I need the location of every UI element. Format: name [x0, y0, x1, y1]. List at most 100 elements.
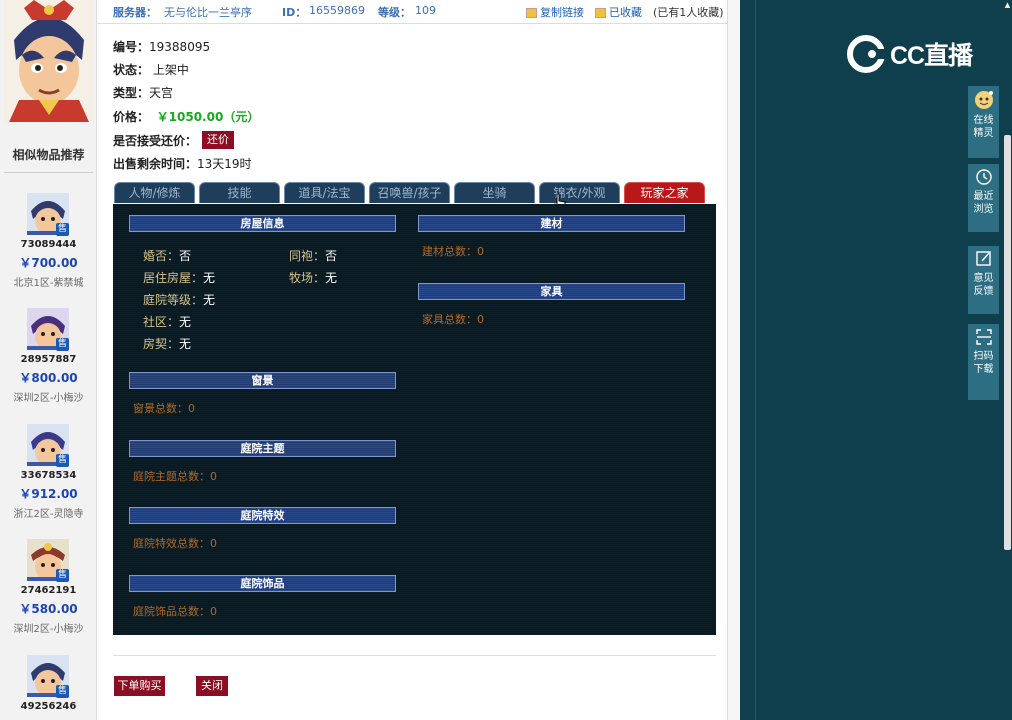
serial-row: 编号：19388095: [113, 38, 210, 55]
yard-level-label: 庭院等级：: [143, 293, 204, 307]
cc-live-logo[interactable]: CC直播: [846, 33, 986, 73]
tab-player-home[interactable]: 玩家之家: [624, 182, 705, 203]
divider: [4, 172, 93, 173]
sidebar-item-recent[interactable]: 最近 浏览: [968, 164, 999, 232]
favorited-label: 已收藏: [609, 6, 642, 19]
residence-label: 居住房屋：: [143, 271, 204, 285]
similar-item-card[interactable]: 售 27462191 ￥580.00 深圳2区-小梅沙: [0, 539, 97, 649]
price-row: 价格： ￥1050.00（元）: [113, 108, 259, 125]
divider: [755, 0, 756, 720]
similar-item-price: ￥580.00: [19, 602, 78, 616]
sell-badge: 售: [56, 454, 69, 467]
serial-value: 19388095: [149, 40, 211, 54]
folder-icon: [595, 8, 606, 18]
similar-item-id: 49256246: [20, 701, 77, 712]
tab-mounts[interactable]: 坐骑: [454, 182, 535, 203]
yard-theme-header: 庭院主题: [129, 440, 396, 457]
tab-outfits[interactable]: 锦衣/外观: [539, 182, 620, 203]
copy-link-label: 复制链接: [540, 6, 584, 19]
yard-theme-count: 庭院主题总数：0: [133, 470, 217, 483]
bargain-button[interactable]: 还价: [202, 131, 234, 149]
bargain-label: 是否接受还价：: [113, 134, 198, 148]
sidebar-item-scan-download[interactable]: 扫码 下载: [968, 324, 999, 400]
community-label: 社区：: [143, 315, 180, 329]
status-label: 状态：: [113, 63, 150, 77]
price-label: 价格：: [113, 110, 150, 124]
server-label: 服务器：: [113, 6, 157, 19]
player-home-panel: 房屋信息 婚否：否 同袍：否 居住房屋：无 牧场：无 庭院等级：无 社区：无 房…: [113, 204, 716, 635]
robe-value: 否: [325, 249, 338, 263]
sell-badge: 售: [56, 569, 69, 582]
similar-item-card[interactable]: 售 73089444 ￥700.00 北京1区-紫禁城: [0, 193, 97, 303]
similar-item-id: 27462191: [20, 585, 77, 596]
robe-field: 同袍：否: [289, 247, 337, 264]
scan-icon: [975, 329, 992, 345]
similar-item-card[interactable]: 售 33678534 ￥912.00 浙江2区-灵隐寺: [0, 424, 97, 534]
scroll-up-arrow-icon[interactable]: ▲: [1003, 0, 1012, 10]
serial-label: 编号：: [113, 40, 150, 54]
building-material-header: 建材: [418, 215, 685, 232]
similar-item-price: ￥700.00: [19, 256, 78, 270]
close-button[interactable]: 关闭: [196, 676, 228, 696]
residence-value: 无: [203, 271, 216, 285]
type-label: 类型：: [113, 86, 150, 100]
sprite-label-2: 精灵: [973, 128, 994, 139]
ranch-value: 无: [325, 271, 338, 285]
clock-icon: [975, 169, 992, 185]
community-field: 社区：无: [143, 313, 191, 330]
level-value: 109: [415, 4, 436, 17]
cc-logo-icon: [847, 35, 886, 73]
yard-effect-count: 庭院特效总数：0: [133, 537, 217, 550]
ranch-label: 牧场：: [289, 271, 326, 285]
similar-item-server: 浙江2区-灵隐寺: [13, 509, 84, 520]
ranch-field: 牧场：无: [289, 269, 337, 286]
similar-item-id: 28957887: [20, 354, 77, 365]
bargain-row: 是否接受还价：: [113, 132, 197, 149]
yard-level-field: 庭院等级：无: [143, 291, 215, 308]
tab-pets[interactable]: 召唤兽/孩子: [369, 182, 450, 203]
status-value: 上架中: [152, 63, 189, 77]
yard-decor-header: 庭院饰品: [129, 575, 396, 592]
similar-items-title: 相似物品推荐: [12, 148, 85, 162]
window-view-header: 窗景: [129, 372, 396, 389]
favorited-button[interactable]: 已收藏: [595, 4, 642, 20]
price-value: ￥1050.00（元）: [156, 110, 260, 124]
tab-items[interactable]: 道具/法宝: [284, 182, 365, 203]
furniture-header: 家具: [418, 283, 685, 300]
tab-character[interactable]: 人物/修炼: [114, 182, 195, 203]
residence-field: 居住房屋：无: [143, 269, 215, 286]
time-left-value: 13天19时: [197, 157, 252, 171]
id-label: ID：: [282, 6, 307, 19]
cc-live-panel: CC直播 在线 精灵 最近 浏览 意见 反馈 扫码 下载 ▲: [740, 0, 1012, 720]
tab-skills[interactable]: 技能: [199, 182, 280, 203]
favorite-count: (已有1人收藏): [653, 6, 724, 19]
character-portrait: [4, 0, 94, 122]
window-view-count: 窗景总数：0: [133, 402, 195, 415]
order-button[interactable]: 下单购买: [114, 676, 165, 696]
similar-item-card[interactable]: 售 28957887 ￥800.00 深圳2区-小梅沙: [0, 308, 97, 418]
similar-items-sidebar: 相似物品推荐 售 73089444 ￥700.00 北京1区-紫禁城 售 289…: [0, 0, 97, 720]
deed-value: 无: [179, 337, 192, 351]
time-left-row: 出售剩余时间：13天19时: [113, 155, 252, 172]
similar-item-price: ￥800.00: [19, 371, 78, 385]
sidebar-item-feedback[interactable]: 意见 反馈: [968, 246, 999, 314]
type-row: 类型：天宫: [113, 84, 173, 101]
sidebar-item-online-sprite[interactable]: 在线 精灵: [968, 86, 999, 158]
copy-link-button[interactable]: 复制链接: [526, 4, 584, 20]
server-value: 无与伦比一兰亭序: [164, 6, 252, 19]
status-row: 状态： 上架中: [113, 61, 189, 78]
similar-item-card[interactable]: 售 49256246: [0, 655, 97, 720]
sprite-avatar-icon: [974, 91, 993, 109]
feedback-label-2: 反馈: [973, 286, 994, 297]
similar-item-server: 深圳2区-小梅沙: [13, 393, 84, 404]
vertical-scrollbar[interactable]: ▲: [1003, 0, 1012, 720]
level-label: 等级：: [378, 6, 411, 19]
scrollbar-thumb[interactable]: [1004, 135, 1011, 550]
page-scroll-gutter: [727, 0, 740, 720]
yard-decor-count: 庭院饰品总数：0: [133, 605, 217, 618]
similar-item-price: ￥912.00: [19, 487, 78, 501]
scan-label-2: 下载: [973, 364, 994, 375]
recent-label-1: 最近: [973, 191, 994, 202]
id-value: 16559869: [309, 4, 365, 17]
item-header-bar: 服务器： 无与伦比一兰亭序 ID： 16559869 等级： 109 复制链接 …: [97, 0, 727, 24]
